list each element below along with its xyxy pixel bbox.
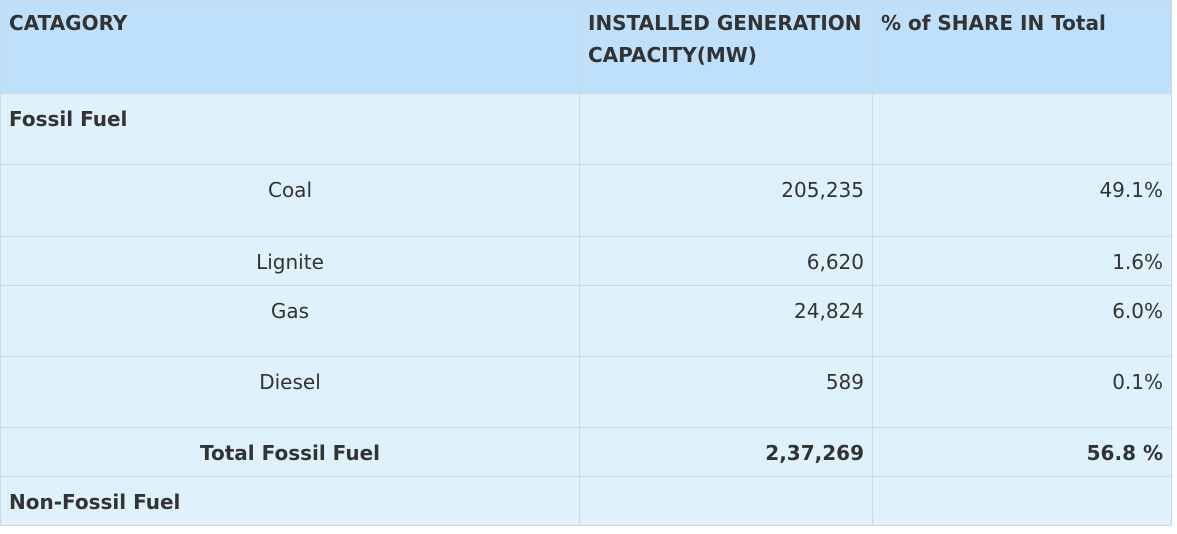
empty-cell [872, 476, 1172, 526]
empty-cell [872, 93, 1172, 165]
row-share: 1.6% [872, 236, 1172, 286]
table-row: Lignite 6,620 1.6% [0, 236, 1172, 286]
capacity-table: CATAGORY INSTALLED GENERATION CAPACITY(M… [0, 0, 1172, 526]
table-header: CATAGORY INSTALLED GENERATION CAPACITY(M… [0, 0, 1172, 94]
table-row: Coal 205,235 49.1% [0, 164, 1172, 237]
row-category: Lignite [0, 236, 580, 286]
empty-cell [579, 476, 873, 526]
row-share: 0.1% [872, 356, 1172, 428]
table-body: Fossil Fuel Coal 205,235 49.1% Lignite 6… [0, 93, 1172, 526]
section-row-non-fossil: Non-Fossil Fuel [0, 476, 1172, 526]
total-share: 56.8 % [872, 427, 1172, 477]
row-category: Diesel [0, 356, 580, 428]
table-row: Diesel 589 0.1% [0, 356, 1172, 428]
row-capacity: 6,620 [579, 236, 873, 286]
row-category: Gas [0, 285, 580, 357]
header-capacity: INSTALLED GENERATION CAPACITY(MW) [579, 0, 873, 94]
table-row: Gas 24,824 6.0% [0, 285, 1172, 357]
row-capacity: 24,824 [579, 285, 873, 357]
section-row-fossil: Fossil Fuel [0, 93, 1172, 165]
header-capacity-line1: INSTALLED GENERATION [588, 11, 862, 35]
total-capacity: 2,37,269 [579, 427, 873, 477]
header-share: % of SHARE IN Total [872, 0, 1172, 94]
row-capacity: 205,235 [579, 164, 873, 237]
row-capacity: 589 [579, 356, 873, 428]
header-category: CATAGORY [0, 0, 580, 94]
section-label-fossil: Fossil Fuel [0, 93, 580, 165]
header-row: CATAGORY INSTALLED GENERATION CAPACITY(M… [0, 0, 1172, 94]
total-row: Total Fossil Fuel 2,37,269 56.8 % [0, 427, 1172, 477]
row-share: 6.0% [872, 285, 1172, 357]
section-label-non-fossil: Non-Fossil Fuel [0, 476, 580, 526]
empty-cell [579, 93, 873, 165]
total-label: Total Fossil Fuel [0, 427, 580, 477]
header-capacity-line2: CAPACITY(MW) [588, 43, 757, 67]
row-category: Coal [0, 164, 580, 237]
row-share: 49.1% [872, 164, 1172, 237]
